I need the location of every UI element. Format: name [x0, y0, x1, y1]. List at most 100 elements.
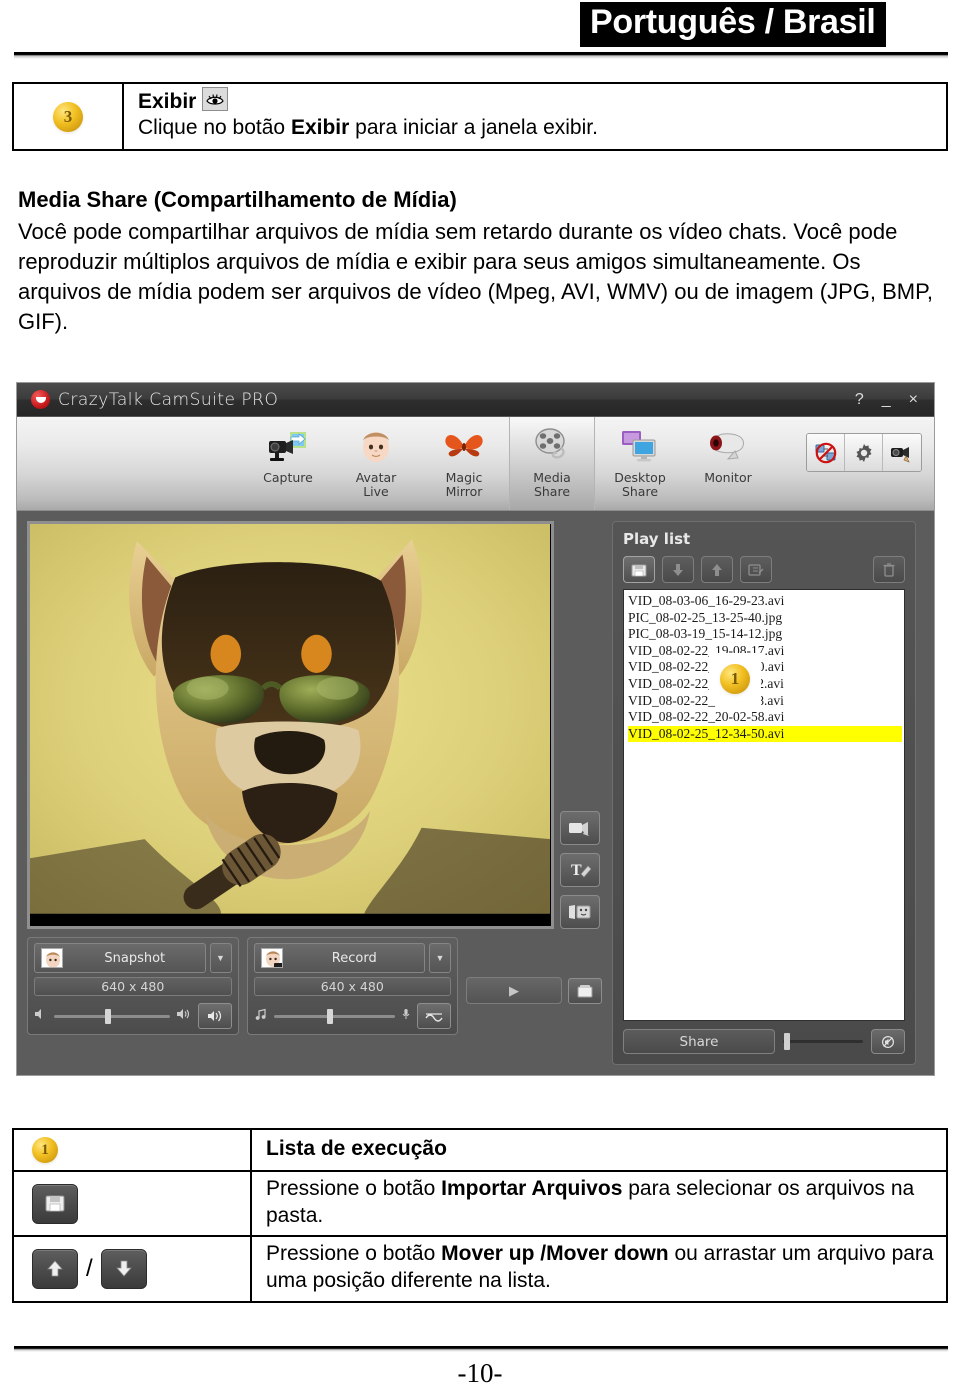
play-button[interactable]: ▶: [466, 977, 562, 1004]
eye-icon: [202, 87, 229, 112]
snapshot-button[interactable]: Snapshot: [34, 943, 206, 973]
list-item[interactable]: VID_08-02-22_19-11-58.avi: [628, 693, 902, 710]
legend-text-cell: Pressione o botão Importar Arquivos para…: [251, 1171, 947, 1236]
legend-table: 1 Lista de execução Pressione o botão Im…: [12, 1128, 948, 1303]
webcam-select-icon[interactable]: [883, 434, 921, 471]
legend-icon-cell: [13, 1171, 252, 1237]
playlist-panel: Play list VID_08-03-06_16-29-23.avi PIC_…: [612, 521, 916, 1065]
mic-volume-slider[interactable]: [273, 1008, 395, 1024]
toolbar-item-monitor[interactable]: Monitor: [685, 417, 771, 510]
list-item[interactable]: VID_08-02-22_20-02-58.avi: [628, 709, 902, 726]
delete-trash-button[interactable]: [873, 556, 905, 583]
legend-text-cell: Pressione o botão Mover up /Mover down o…: [251, 1236, 947, 1301]
playlist-title: Play list: [623, 530, 691, 548]
list-item-selected[interactable]: VID_08-02-25_12-34-50.avi: [628, 725, 902, 743]
legend-text-prefix: Pressione o botão: [266, 1242, 442, 1266]
help-button[interactable]: ?: [855, 391, 864, 408]
microphone-icon: [401, 1007, 411, 1025]
table-row: Pressione o botão Importar Arquivos para…: [13, 1171, 947, 1237]
gear-icon[interactable]: [845, 434, 883, 471]
video-controls: Snapshot ▼ 640 x 480 Record ▼ 640 x 480 …: [27, 937, 602, 1035]
mic-volume-row: [254, 1003, 451, 1029]
move-down-button[interactable]: [662, 556, 694, 583]
video-preview[interactable]: [27, 521, 554, 929]
move-down-icon: [100, 1248, 147, 1289]
toolbar-item-magic-mirror[interactable]: Magic Mirror: [421, 417, 507, 510]
table-row: / Pressione o botão Mover up /Mover down…: [13, 1236, 947, 1302]
section-body: Você pode compartilhar arquivos de mídia…: [18, 218, 934, 334]
snapshot-dropdown-caret[interactable]: ▼: [209, 943, 232, 973]
playlist-bottom-bar: Share: [623, 1029, 905, 1054]
security-cam-icon: [705, 423, 751, 469]
toolbar-item-avatar-live[interactable]: Avatar Live: [333, 417, 419, 510]
mic-volume-knob[interactable]: [326, 1008, 333, 1024]
playlist-volume-knob[interactable]: [784, 1033, 790, 1050]
legend-import-icon-wrap: [32, 1183, 250, 1224]
import-files-button[interactable]: [623, 556, 655, 583]
step-desc-suffix: para iniciar a janela exibir.: [349, 116, 598, 140]
monitors-icon: [619, 423, 661, 469]
legend-separator: /: [86, 1254, 93, 1282]
step-desc-bold: Exibir: [290, 116, 350, 140]
step-description: Clique no botão Exibir para iniciar a ja…: [138, 115, 936, 141]
legend-text: Pressione o botão Importar Arquivos para…: [266, 1176, 936, 1229]
snapshot-label: Snapshot: [104, 950, 166, 966]
list-item[interactable]: VID_08-02-22_19-08-17.avi: [628, 643, 902, 660]
move-up-button[interactable]: [701, 556, 733, 583]
legend-number-badge: 1: [32, 1137, 58, 1163]
player-controls: ▶: [466, 977, 602, 1004]
toolbar-label-desktop-share: Desktop Share: [614, 470, 666, 499]
webcam-source-icon[interactable]: [559, 811, 600, 845]
step-number-badge: 3: [53, 101, 83, 132]
record-button[interactable]: Record: [253, 943, 425, 973]
legend-icon-cell: /: [13, 1236, 252, 1302]
legend-text-prefix: Pressione o botão: [266, 1177, 442, 1200]
page-number: -10-: [457, 1358, 503, 1388]
list-item[interactable]: VID_08-02-22_19-11-22.avi: [628, 676, 902, 693]
speaker-low-icon: [34, 1007, 48, 1025]
toolbar-item-media-share[interactable]: Media Share: [509, 417, 595, 510]
application-screenshot: CrazyTalk CamSuite PRO ? _ × Capture Ava…: [16, 382, 935, 1076]
speaker-high-icon: [176, 1007, 192, 1025]
header-divider: [14, 52, 948, 59]
speaker-mute-button[interactable]: [197, 1003, 232, 1029]
toolbar-right-group: [806, 433, 922, 472]
list-item[interactable]: VID_08-02-22_19-09-10.avi: [628, 659, 902, 676]
legend-icon-cell: 1: [13, 1129, 252, 1171]
playlist-volume-slider[interactable]: [783, 1033, 863, 1050]
app-titlebar: CrazyTalk CamSuite PRO ? _ ×: [17, 383, 934, 417]
video-column: T Snapshot ▼ 640 x 480 Record ▼ 640 x 48…: [27, 521, 602, 1065]
playlist-toolbar: [623, 556, 905, 583]
voice-effect-button[interactable]: [417, 1003, 451, 1029]
no-video-icon[interactable]: [807, 434, 845, 471]
legend-text-bold: Mover up /Mover down: [441, 1242, 669, 1266]
speaker-volume-knob[interactable]: [104, 1008, 111, 1024]
legend-text-bold: Importar Arquivos: [441, 1177, 623, 1200]
toolbar-item-desktop-share[interactable]: Desktop Share: [597, 417, 683, 510]
dog-video-frame: [30, 524, 551, 914]
record-row: Record ▼: [253, 943, 451, 973]
list-item[interactable]: PIC_08-02-25_13-25-40.jpg: [628, 610, 902, 627]
speaker-volume-slider[interactable]: [54, 1008, 170, 1024]
frame-emote-icon[interactable]: [559, 895, 600, 929]
music-note-icon: [254, 1007, 268, 1025]
toolbar-items: Capture Avatar Live Magic Mirror Media S…: [17, 417, 934, 510]
playlist-callout-badge-overlay: 1: [709, 653, 761, 705]
list-item[interactable]: PIC_08-03-19_15-14-12.jpg: [628, 626, 902, 643]
record-label: Record: [331, 950, 377, 966]
minimize-button[interactable]: _: [882, 391, 891, 408]
text-tool-icon[interactable]: T: [559, 853, 600, 887]
toolbar-item-capture[interactable]: Capture: [245, 417, 331, 510]
playlist-listbox[interactable]: VID_08-03-06_16-29-23.avi PIC_08-02-25_1…: [623, 589, 905, 1021]
playlist-mute-button[interactable]: [871, 1029, 905, 1054]
toolbar-label-capture: Capture: [263, 470, 313, 485]
list-item[interactable]: VID_08-03-06_16-29-23.avi: [628, 593, 902, 610]
open-folder-button[interactable]: [568, 977, 602, 1004]
close-button[interactable]: ×: [909, 391, 918, 408]
edit-properties-button[interactable]: [740, 556, 772, 583]
record-dropdown-caret[interactable]: ▼: [429, 943, 451, 973]
share-button[interactable]: Share: [623, 1029, 775, 1054]
table-row: 1 Lista de execução: [13, 1129, 947, 1171]
language-banner: Português / Brasil: [580, 2, 886, 47]
footer-divider: [14, 1346, 948, 1352]
